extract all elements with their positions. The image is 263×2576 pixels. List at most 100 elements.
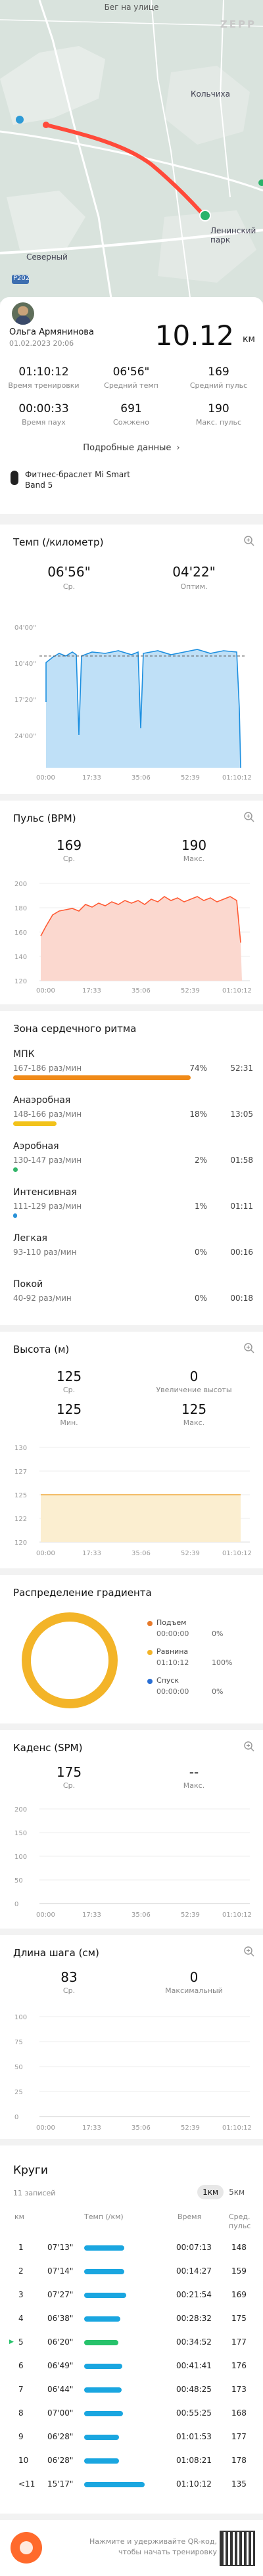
lap-number: 9 bbox=[18, 2432, 24, 2441]
brand-logo: ZEPP bbox=[220, 18, 256, 30]
hr-zone-name: Легкая bbox=[13, 1233, 47, 1244]
lap-row: 2 07'14" 00:14:27 159 bbox=[0, 2261, 263, 2281]
lap-avg-hr: 148 bbox=[231, 2243, 247, 2252]
stride-y-tick: 75 bbox=[14, 2039, 23, 2046]
lap-pace: 06'38" bbox=[47, 2314, 74, 2323]
lap-number: 1 bbox=[18, 2243, 24, 2252]
altitude-card: Высота (м) 125 Ср. 0 Увеличение высоты 1… bbox=[0, 1332, 263, 1568]
lap-avg-hr: 178 bbox=[231, 2456, 247, 2465]
lap-number: 8 bbox=[18, 2408, 24, 2418]
zepp-logo bbox=[11, 2532, 42, 2564]
workout-datetime: 01.02.2023 20:06 bbox=[9, 339, 74, 348]
cadence-y-tick: 100 bbox=[14, 1854, 27, 1861]
altitude-avg-label: Ср. bbox=[62, 1386, 76, 1394]
lap-time: 00:55:25 bbox=[176, 2408, 212, 2418]
zoom-icon[interactable] bbox=[243, 535, 255, 547]
pulse-x-tick: 35:06 bbox=[132, 987, 151, 995]
stat-label: Время тренировки bbox=[8, 381, 80, 390]
lap-avg-hr: 169 bbox=[231, 2290, 247, 2299]
pulse-x-tick: 52:39 bbox=[181, 987, 200, 995]
legend-dot bbox=[147, 1650, 153, 1655]
laps-card: Круги 11 записей 1км 5км км Темп (/км) В… bbox=[0, 2145, 263, 2514]
hr-zone-percent: 0% bbox=[194, 1248, 207, 1257]
altitude-x-tick: 17:33 bbox=[82, 1550, 101, 1557]
stride-y-tick: 100 bbox=[14, 2014, 27, 2021]
lap-avg-hr: 176 bbox=[231, 2361, 247, 2370]
lap-row: ▶ 5 06'20" 00:34:52 177 bbox=[0, 2332, 263, 2352]
cadence-y-tick: 200 bbox=[14, 1806, 27, 1814]
stat-value: 691 bbox=[120, 402, 142, 415]
distance-unit: км bbox=[242, 334, 255, 344]
tab-1km[interactable]: 1км bbox=[197, 2185, 224, 2199]
hr-zone-range: 167-186 раз/мин bbox=[13, 1064, 82, 1073]
hr-zone-time: 01:11 bbox=[230, 1202, 253, 1211]
lap-pace: 15'17" bbox=[47, 2479, 74, 2489]
pace-title: Темп (/километр) bbox=[13, 536, 104, 548]
pace-x-tick: 17:33 bbox=[82, 774, 101, 781]
fastest-marker-icon: ▶ bbox=[9, 2339, 14, 2345]
device-name: Фитнес-браслет Mi Smart Band 5 bbox=[25, 470, 130, 490]
altitude-y-tick: 122 bbox=[14, 1516, 27, 1523]
hr-zone-range: 130-147 раз/мин bbox=[13, 1156, 82, 1165]
hr-zones-card: Зона сердечного ритма МПК 167-186 раз/мин… bbox=[0, 1011, 263, 1325]
cadence-max-value: -- bbox=[189, 1764, 199, 1780]
pulse-y-tick: 140 bbox=[14, 954, 27, 961]
altitude-avg-value: 125 bbox=[56, 1369, 82, 1384]
pace-chart: 04'00" 10'40" 17'20" 24'00" 00:00 17:33 … bbox=[14, 624, 252, 781]
altitude-max-label: Макс. bbox=[183, 1418, 205, 1427]
lap-row: 4 06'38" 00:28:32 175 bbox=[0, 2308, 263, 2328]
altitude-min-value: 125 bbox=[56, 1401, 82, 1417]
gradient-legend-name: Равнина bbox=[156, 1647, 189, 1656]
hr-zone-name: Интенсивная bbox=[13, 1187, 77, 1198]
altitude-min-label: Мин. bbox=[60, 1418, 78, 1427]
share-hint-line1: Нажмите и удерживайте QR-код, bbox=[89, 2537, 217, 2546]
gradient-legend-pct: 100% bbox=[212, 1658, 233, 1667]
hr-zone-percent: 0% bbox=[194, 1294, 207, 1303]
stride-card: Длина шага (см) 83 Ср. 0 Максимальный 10… bbox=[0, 1935, 263, 2139]
lap-time: 00:41:41 bbox=[176, 2361, 212, 2370]
pulse-x-tick: 00:00 bbox=[36, 987, 55, 995]
lap-number: 7 bbox=[18, 2385, 24, 2394]
cadence-chart: 200 150 100 50 0 00:00 17:33 35:06 52:39… bbox=[14, 1806, 252, 1919]
stride-y-tick: 50 bbox=[14, 2064, 23, 2071]
chevron-right-icon: › bbox=[176, 443, 180, 453]
gradient-legend-name: Подъем bbox=[156, 1618, 187, 1627]
map-place-label: Ленинский парк bbox=[210, 226, 256, 245]
pace-best-value: 04'22" bbox=[172, 564, 216, 580]
qr-code[interactable] bbox=[220, 2531, 255, 2566]
pulse-max-label: Макс. bbox=[183, 855, 205, 863]
stat-label: Средний темп bbox=[104, 381, 158, 390]
stat-value: 00:00:33 bbox=[18, 402, 69, 415]
pulse-x-tick: 17:33 bbox=[82, 987, 101, 995]
legend-dot bbox=[147, 1679, 153, 1684]
stride-chart: 100 75 50 25 0 00:00 17:33 35:06 52:39 0… bbox=[14, 2014, 252, 2132]
pulse-avg-value: 169 bbox=[56, 837, 82, 853]
hr-zone-range: 93-110 раз/мин bbox=[13, 1248, 77, 1257]
route-map[interactable]: Бег на улице ZEPP Кольчиха Ленинский пар… bbox=[0, 0, 263, 302]
gradient-donut bbox=[22, 1612, 118, 1708]
legend-dot bbox=[147, 1621, 153, 1626]
cadence-x-tick: 01:10:12 bbox=[222, 1911, 252, 1919]
zoom-icon[interactable] bbox=[243, 811, 255, 823]
zoom-icon[interactable] bbox=[243, 1342, 255, 1354]
zoom-icon[interactable] bbox=[243, 1946, 255, 1957]
tab-5km[interactable]: 5км bbox=[224, 2185, 250, 2199]
more-details-link[interactable]: Подробные данные › bbox=[0, 443, 263, 453]
pulse-y-tick: 180 bbox=[14, 905, 27, 912]
gradient-legend-item: Равнина 01:10:12 100% bbox=[147, 1647, 252, 1674]
hr-zone-name: Аэробная bbox=[13, 1141, 59, 1152]
hr-zone-range: 111-129 раз/мин bbox=[13, 1202, 82, 1211]
map-place-label: Кольчиха bbox=[191, 89, 230, 99]
stat-value: 01:10:12 bbox=[18, 365, 69, 379]
avatar[interactable] bbox=[12, 302, 34, 325]
lap-row: 6 06'49" 00:41:41 176 bbox=[0, 2356, 263, 2376]
lap-pace: 06'28" bbox=[47, 2432, 74, 2441]
hr-zones-title: Зона сердечного ритма bbox=[13, 1023, 137, 1035]
gradient-legend-pct: 0% bbox=[212, 1687, 224, 1696]
laps-header-km: км bbox=[14, 2213, 24, 2221]
hr-zone-range: 40-92 раз/мин bbox=[13, 1294, 72, 1303]
altitude-max-value: 125 bbox=[181, 1401, 207, 1417]
zoom-icon[interactable] bbox=[243, 1741, 255, 1752]
stride-avg-value: 83 bbox=[60, 1969, 78, 1985]
cadence-x-tick: 35:06 bbox=[132, 1911, 151, 1919]
